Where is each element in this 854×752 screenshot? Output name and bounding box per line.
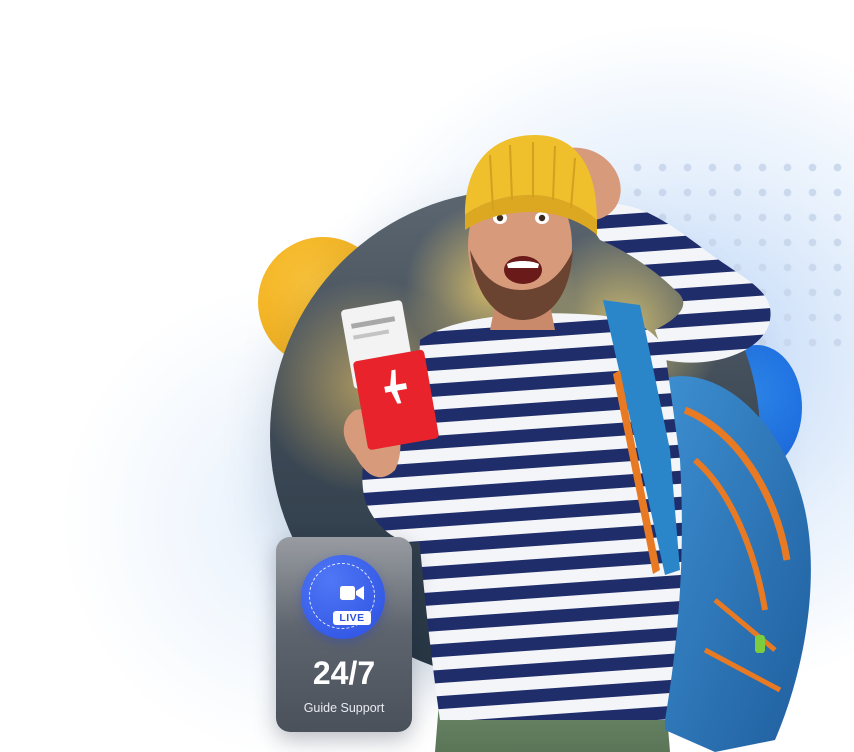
hero-section: LIVE 24/7 Guide Support	[0, 0, 854, 752]
live-badge: LIVE	[301, 555, 385, 639]
live-badge-ring: LIVE	[309, 563, 375, 629]
support-hours: 24/7	[312, 655, 376, 691]
guide-support-card: LIVE 24/7 Guide Support	[276, 537, 412, 732]
support-label: Guide Support	[303, 701, 385, 715]
video-camera-icon	[340, 586, 364, 600]
live-label: LIVE	[333, 611, 371, 625]
